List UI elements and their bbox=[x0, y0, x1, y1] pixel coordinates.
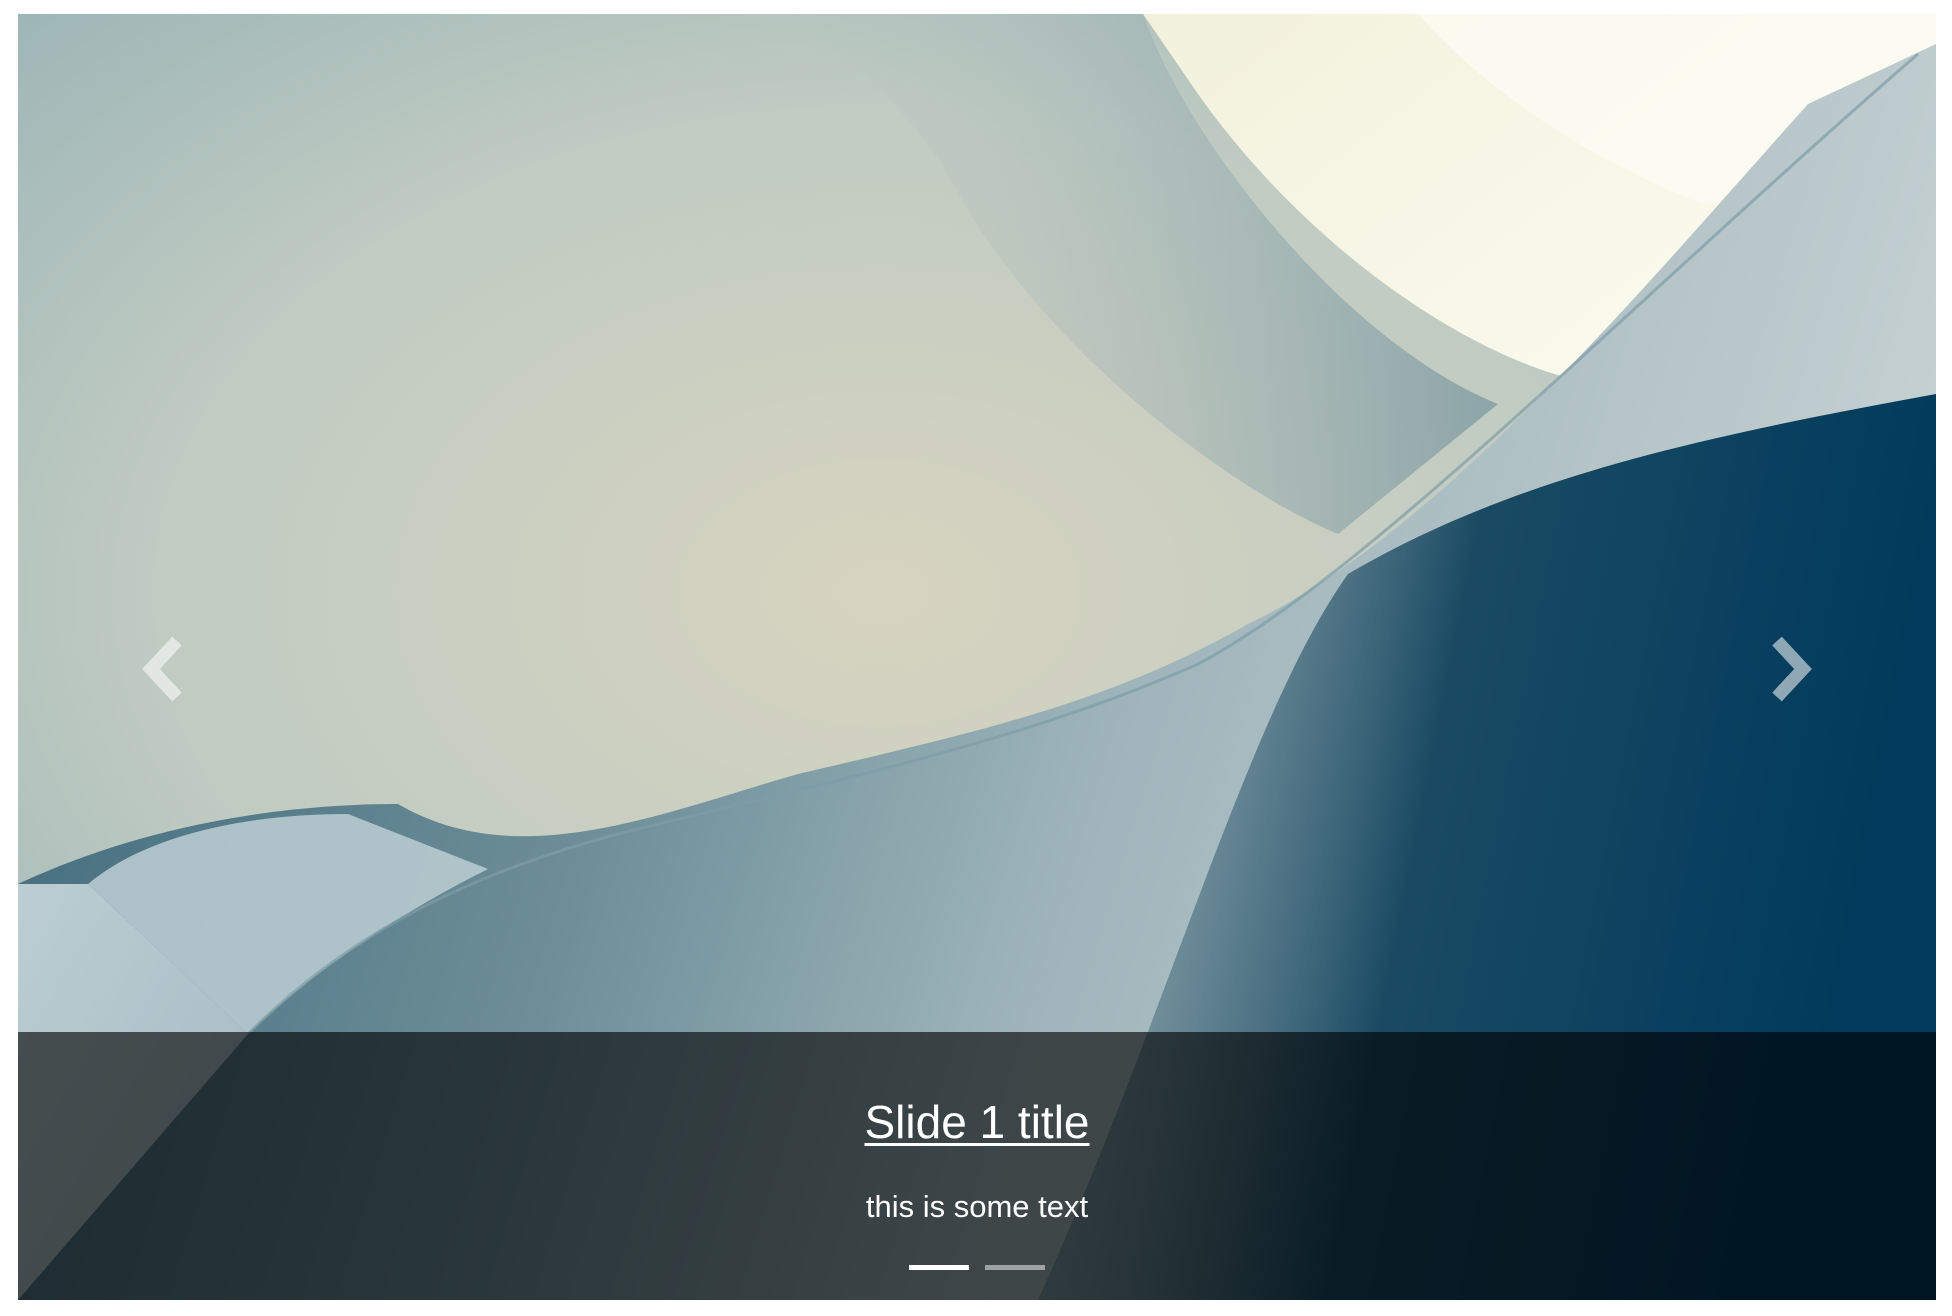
chevron-left-icon bbox=[142, 636, 182, 702]
slide-indicators bbox=[18, 1265, 1936, 1270]
slide-indicator-2[interactable] bbox=[985, 1265, 1045, 1270]
slide-title: Slide 1 title bbox=[18, 1094, 1936, 1150]
next-slide-button[interactable] bbox=[1751, 604, 1831, 734]
slide-text: this is some text bbox=[865, 1189, 1089, 1224]
previous-slide-button[interactable] bbox=[123, 604, 203, 734]
image-carousel: Slide 1 title this is some text bbox=[18, 14, 1936, 1300]
slide-title-link[interactable]: Slide 1 title bbox=[864, 1096, 1089, 1148]
slide-indicator-1[interactable] bbox=[909, 1265, 969, 1270]
slide-caption: Slide 1 title this is some text bbox=[18, 1032, 1936, 1300]
chevron-right-icon bbox=[1772, 636, 1812, 702]
